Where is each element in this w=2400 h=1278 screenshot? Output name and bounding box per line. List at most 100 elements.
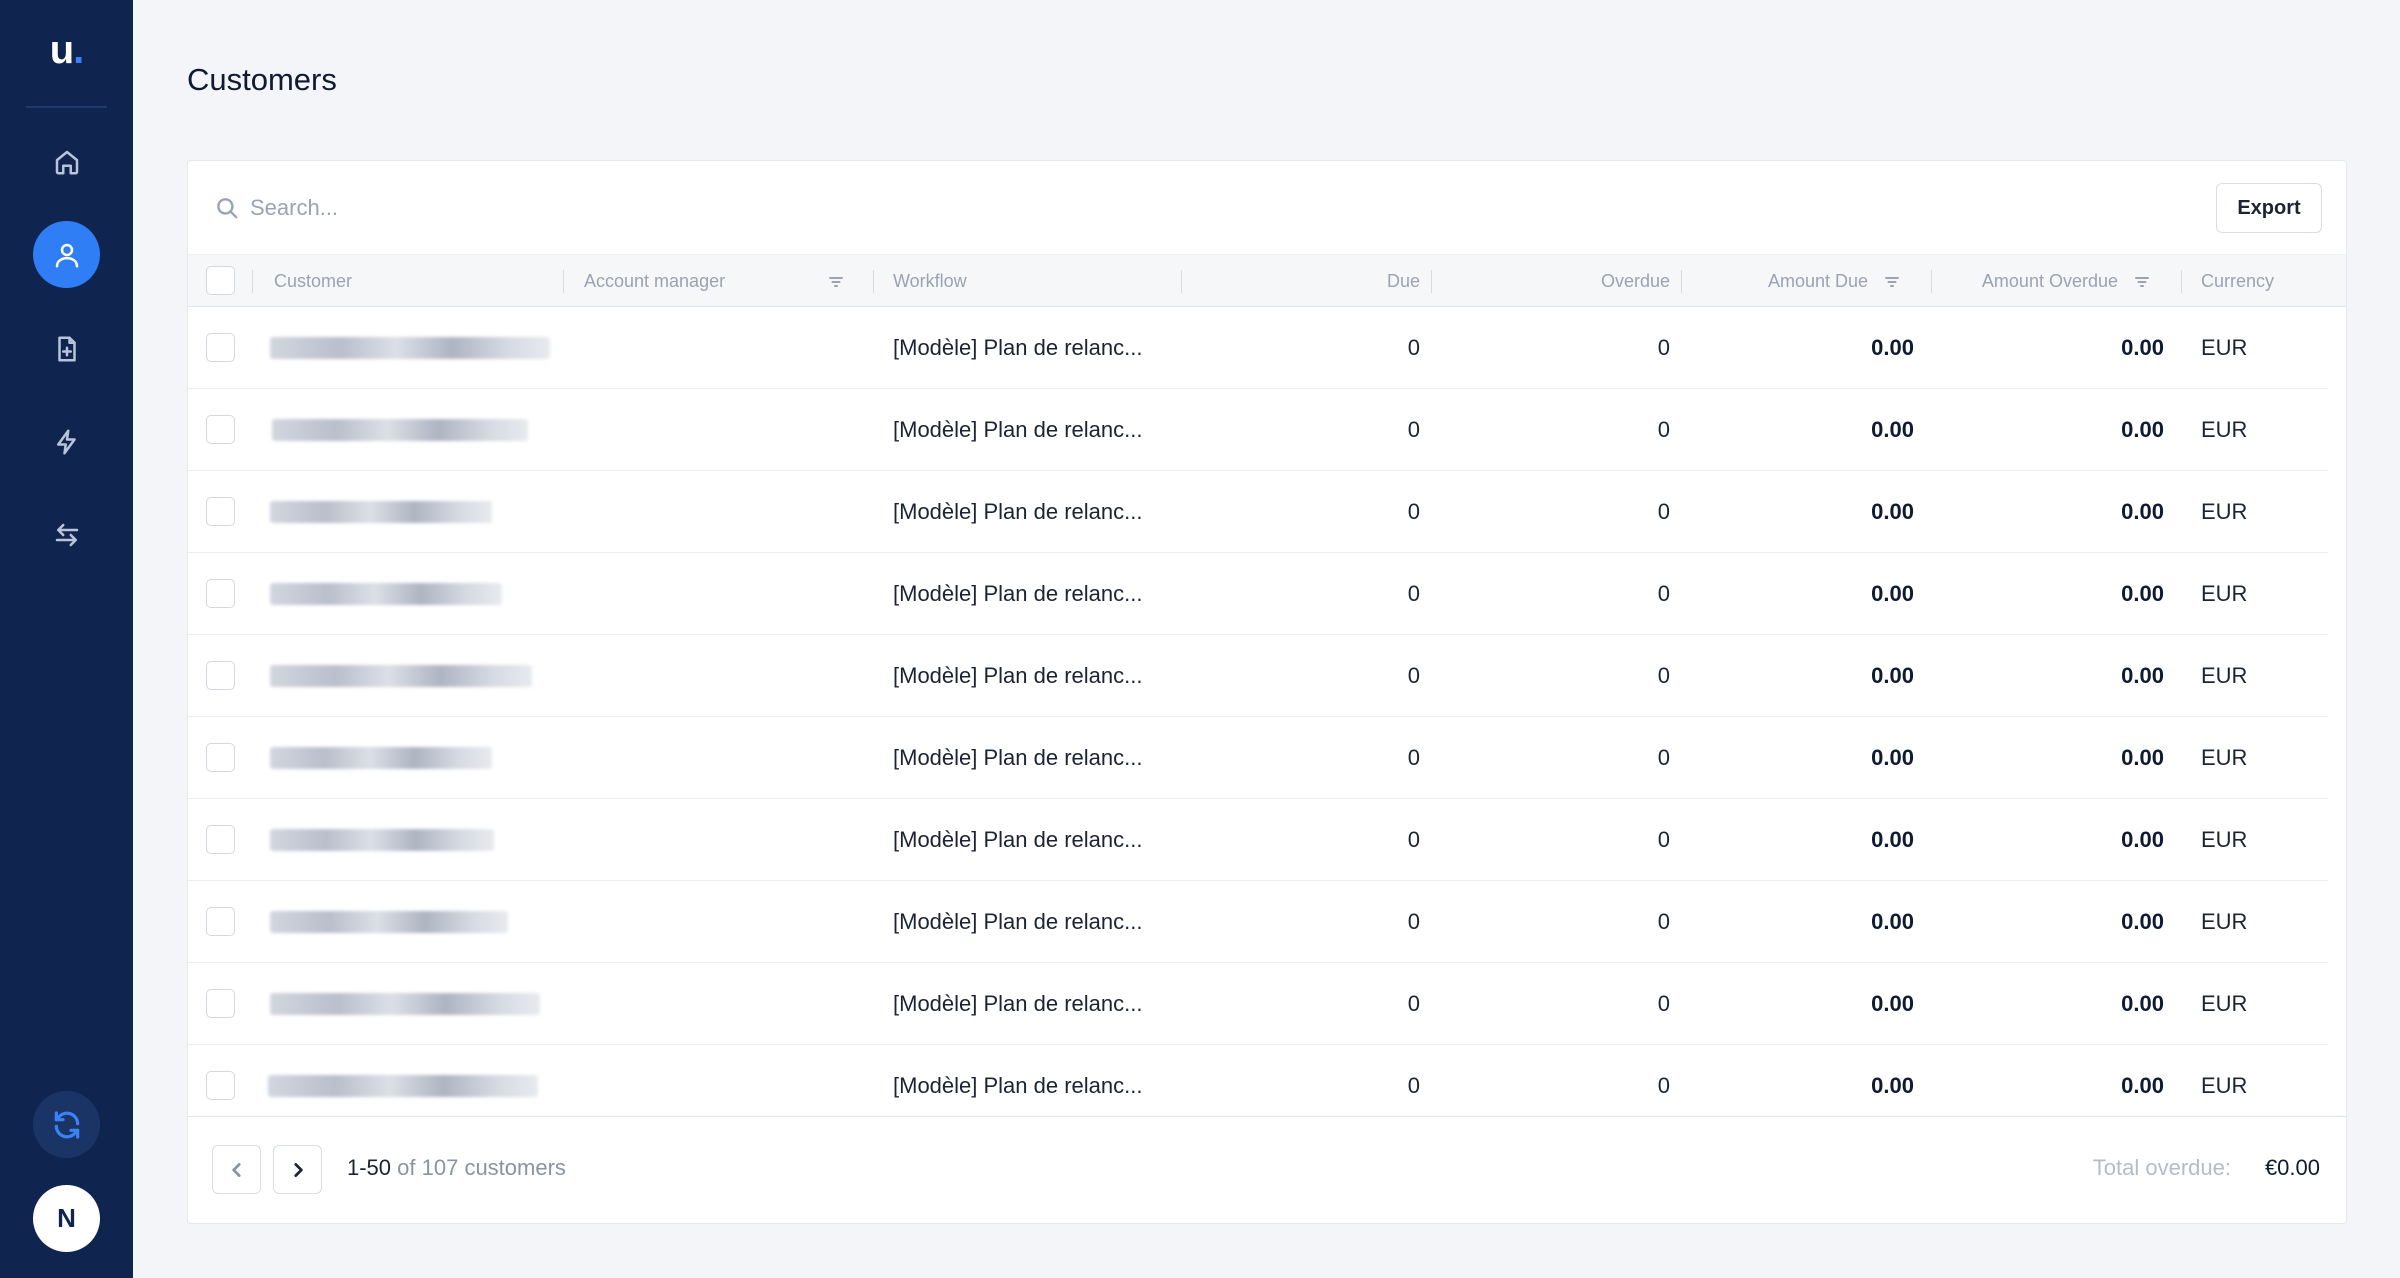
workflow-cell[interactable]: [Modèle] Plan de relanc... [893, 717, 1142, 798]
table-row[interactable]: [Modèle] Plan de relanc... 0 0 0.00 0.00… [188, 389, 2328, 471]
column-separator [2346, 270, 2347, 293]
select-all-checkbox[interactable] [206, 266, 235, 295]
row-checkbox[interactable] [206, 661, 235, 690]
overdue-cell: 0 [1657, 662, 1670, 688]
column-separator [1931, 270, 1932, 293]
customer-name-redacted[interactable] [268, 1075, 538, 1097]
table-row[interactable]: [Modèle] Plan de relanc... 0 0 0.00 0.00… [188, 553, 2328, 635]
table-row[interactable]: [Modèle] Plan de relanc... 0 0 0.00 0.00… [188, 881, 2328, 963]
table-row[interactable]: [Modèle] Plan de relanc... 0 0 0.00 0.00… [188, 717, 2328, 799]
next-page-button[interactable] [273, 1145, 322, 1194]
due-cell: 0 [1407, 908, 1420, 934]
total-overdue-value: €0.00 [2264, 1155, 2320, 1180]
customer-name-redacted[interactable] [270, 747, 492, 769]
currency-cell: EUR [2201, 990, 2248, 1016]
amount-overdue-cell: 0.00 [2121, 1072, 2164, 1098]
app-logo[interactable]: u. [0, 28, 133, 73]
filter-icon[interactable] [1884, 274, 1900, 290]
table-row[interactable]: [Modèle] Plan de relanc... 0 0 0.00 0.00… [188, 635, 2328, 717]
workflow-cell[interactable]: [Modèle] Plan de relanc... [893, 307, 1142, 388]
customer-name-redacted[interactable] [272, 419, 528, 441]
amount-overdue-cell: 0.00 [2121, 744, 2164, 770]
sync-button[interactable] [33, 1091, 100, 1158]
search-icon [214, 195, 240, 221]
filter-icon[interactable] [828, 274, 844, 290]
amount-overdue-cell: 0.00 [2121, 908, 2164, 934]
table-row[interactable]: [Modèle] Plan de relanc... 0 0 0.00 0.00… [188, 963, 2328, 1045]
pagination-summary: 1-50 of 107 customers [347, 1155, 566, 1181]
column-header-account-manager[interactable]: Account manager [584, 255, 725, 308]
column-separator [1181, 270, 1182, 293]
table-row[interactable]: [Modèle] Plan de relanc... 0 0 0.00 0.00… [188, 1045, 2328, 1127]
row-checkbox[interactable] [206, 989, 235, 1018]
overdue-cell: 0 [1657, 1072, 1670, 1098]
currency-cell: EUR [2201, 826, 2248, 852]
amount-due-cell: 0.00 [1871, 416, 1914, 442]
sidebar-item-customers[interactable] [33, 221, 100, 288]
currency-cell: EUR [2201, 908, 2248, 934]
amount-due-cell: 0.00 [1871, 498, 1914, 524]
column-header-amount-overdue[interactable]: Amount Overdue [1948, 255, 2118, 308]
row-checkbox[interactable] [206, 333, 235, 362]
avatar[interactable]: N [33, 1185, 100, 1252]
currency-cell: EUR [2201, 662, 2248, 688]
table-row[interactable]: [Modèle] Plan de relanc... 0 0 0.00 0.00… [188, 799, 2328, 881]
row-checkbox[interactable] [206, 415, 235, 444]
pagination-total: of 107 customers [397, 1155, 566, 1180]
customer-name-redacted[interactable] [270, 665, 532, 687]
due-cell: 0 [1407, 334, 1420, 360]
row-checkbox[interactable] [206, 497, 235, 526]
customer-name-redacted[interactable] [270, 501, 492, 523]
total-overdue-label: Total overdue: [2092, 1155, 2231, 1180]
amount-due-cell: 0.00 [1871, 744, 1914, 770]
due-cell: 0 [1407, 416, 1420, 442]
search-input[interactable] [250, 185, 1750, 231]
customer-name-redacted[interactable] [270, 337, 550, 359]
row-checkbox[interactable] [206, 579, 235, 608]
customer-name-redacted[interactable] [270, 583, 502, 605]
workflow-cell[interactable]: [Modèle] Plan de relanc... [893, 799, 1142, 880]
customer-name-redacted[interactable] [270, 829, 494, 851]
currency-cell: EUR [2201, 580, 2248, 606]
column-header-workflow[interactable]: Workflow [893, 255, 967, 308]
column-separator [252, 270, 253, 293]
column-header-overdue[interactable]: Overdue [1448, 255, 1670, 308]
customer-name-redacted[interactable] [270, 993, 540, 1015]
sidebar-item-invoices[interactable] [33, 315, 100, 382]
overdue-cell: 0 [1657, 334, 1670, 360]
currency-cell: EUR [2201, 334, 2248, 360]
column-separator [563, 270, 564, 293]
row-checkbox[interactable] [206, 1071, 235, 1100]
due-cell: 0 [1407, 580, 1420, 606]
workflow-cell[interactable]: [Modèle] Plan de relanc... [893, 635, 1142, 716]
filter-icon[interactable] [2134, 274, 2150, 290]
amount-due-cell: 0.00 [1871, 826, 1914, 852]
row-checkbox[interactable] [206, 743, 235, 772]
row-checkbox[interactable] [206, 907, 235, 936]
amount-due-cell: 0.00 [1871, 1072, 1914, 1098]
home-icon [55, 150, 78, 174]
column-header-customer[interactable]: Customer [274, 255, 352, 308]
customers-table-card: Export Customer Account manager Workflow… [187, 160, 2347, 1224]
amount-due-cell: 0.00 [1871, 580, 1914, 606]
column-header-currency[interactable]: Currency [2201, 255, 2274, 308]
row-checkbox[interactable] [206, 825, 235, 854]
workflow-cell[interactable]: [Modèle] Plan de relanc... [893, 1045, 1142, 1126]
table-row[interactable]: [Modèle] Plan de relanc... 0 0 0.00 0.00… [188, 307, 2328, 389]
sidebar-item-automations[interactable] [33, 408, 100, 475]
table-row[interactable]: [Modèle] Plan de relanc... 0 0 0.00 0.00… [188, 471, 2328, 553]
workflow-cell[interactable]: [Modèle] Plan de relanc... [893, 553, 1142, 634]
workflow-cell[interactable]: [Modèle] Plan de relanc... [893, 963, 1142, 1044]
sidebar-item-home[interactable] [33, 128, 100, 195]
column-header-due[interactable]: Due [1198, 255, 1420, 308]
export-button[interactable]: Export [2216, 183, 2322, 233]
sidebar-item-transactions[interactable] [33, 501, 100, 568]
transfer-icon [55, 523, 78, 546]
column-header-amount-due[interactable]: Amount Due [1698, 255, 1868, 308]
amount-overdue-cell: 0.00 [2121, 662, 2164, 688]
workflow-cell[interactable]: [Modèle] Plan de relanc... [893, 471, 1142, 552]
customer-name-redacted[interactable] [270, 911, 508, 933]
workflow-cell[interactable]: [Modèle] Plan de relanc... [893, 881, 1142, 962]
workflow-cell[interactable]: [Modèle] Plan de relanc... [893, 389, 1142, 470]
previous-page-button[interactable] [212, 1145, 261, 1194]
